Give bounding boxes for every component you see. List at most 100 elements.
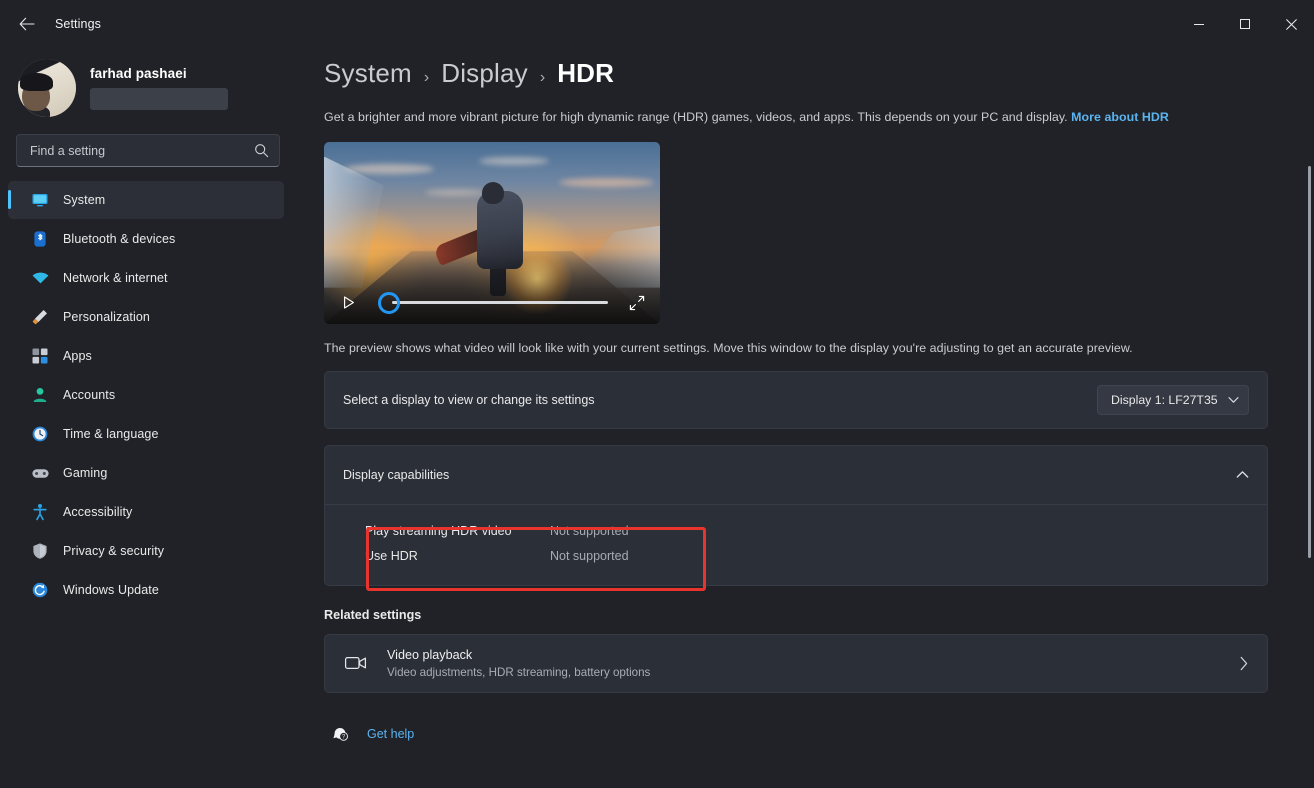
breadcrumb: System › Display › HDR bbox=[324, 48, 1268, 89]
chevron-down-icon bbox=[1228, 396, 1239, 404]
sidebar-item-label: Windows Update bbox=[63, 583, 159, 597]
breadcrumb-display[interactable]: Display bbox=[441, 58, 528, 89]
minimize-icon bbox=[1194, 24, 1204, 25]
capability-value: Not supported bbox=[550, 549, 629, 563]
search-input[interactable] bbox=[30, 144, 254, 158]
window-title: Settings bbox=[55, 17, 101, 31]
back-arrow-icon bbox=[19, 17, 35, 31]
video-progress-slider[interactable] bbox=[378, 291, 618, 315]
chevron-right-icon bbox=[1239, 656, 1249, 671]
breadcrumb-hdr: HDR bbox=[557, 58, 614, 89]
sidebar: farhad pashaei bbox=[0, 48, 302, 788]
help-question-icon: ? bbox=[330, 723, 352, 745]
sidebar-item-privacy-security[interactable]: Privacy & security bbox=[8, 532, 284, 570]
search-container bbox=[0, 120, 302, 167]
capability-row: Play streaming HDR video Not supported bbox=[365, 519, 1249, 544]
sidebar-item-accounts[interactable]: Accounts bbox=[8, 376, 284, 414]
apps-icon bbox=[30, 346, 50, 366]
sidebar-item-label: Accounts bbox=[63, 388, 115, 402]
more-about-hdr-link[interactable]: More about HDR bbox=[1071, 110, 1169, 124]
video-progress-track bbox=[392, 301, 608, 304]
window-controls bbox=[1176, 0, 1314, 48]
account-info: farhad pashaei bbox=[90, 66, 228, 110]
sidebar-item-time-language[interactable]: Time & language bbox=[8, 415, 284, 453]
get-help-row[interactable]: ? Get help bbox=[324, 723, 1268, 745]
display-capabilities-card: Display capabilities Play streaming HDR … bbox=[324, 445, 1268, 586]
play-icon bbox=[340, 294, 357, 311]
monitor-icon bbox=[30, 190, 50, 210]
sidebar-item-label: Gaming bbox=[63, 466, 107, 480]
gamepad-icon bbox=[30, 463, 50, 483]
account-block[interactable]: farhad pashaei bbox=[0, 48, 302, 120]
breadcrumb-separator: › bbox=[424, 69, 429, 87]
update-icon bbox=[30, 580, 50, 600]
search-box[interactable] bbox=[16, 134, 280, 167]
account-name: farhad pashaei bbox=[90, 66, 228, 81]
sidebar-item-label: Bluetooth & devices bbox=[63, 232, 175, 246]
capability-name: Play streaming HDR video bbox=[365, 524, 550, 538]
clock-icon bbox=[30, 424, 50, 444]
sidebar-item-label: Time & language bbox=[63, 427, 159, 441]
play-button[interactable] bbox=[336, 291, 360, 315]
hdr-video-preview[interactable] bbox=[324, 142, 660, 324]
sidebar-item-label: System bbox=[63, 193, 105, 207]
minimize-button[interactable] bbox=[1176, 0, 1222, 48]
chevron-up-icon bbox=[1236, 470, 1249, 479]
wifi-icon bbox=[30, 268, 50, 288]
avatar[interactable] bbox=[18, 59, 76, 117]
sidebar-item-apps[interactable]: Apps bbox=[8, 337, 284, 375]
display-capabilities-title: Display capabilities bbox=[343, 468, 449, 482]
back-button[interactable] bbox=[10, 9, 44, 39]
display-capabilities-expander[interactable]: Display capabilities bbox=[325, 446, 1267, 504]
page-description: Get a brighter and more vibrant picture … bbox=[324, 109, 1268, 127]
sidebar-nav: System Bluetooth & devices bbox=[0, 181, 302, 609]
shield-icon bbox=[30, 541, 50, 561]
settings-window: Settings bbox=[0, 0, 1314, 788]
close-icon bbox=[1286, 19, 1297, 30]
scrollbar-thumb[interactable] bbox=[1308, 166, 1311, 558]
title-bar: Settings bbox=[0, 0, 1314, 48]
sidebar-item-accessibility[interactable]: Accessibility bbox=[8, 493, 284, 531]
get-help-link[interactable]: Get help bbox=[367, 727, 414, 741]
sidebar-item-label: Apps bbox=[63, 349, 92, 363]
breadcrumb-system[interactable]: System bbox=[324, 58, 412, 89]
capability-value: Not supported bbox=[550, 524, 629, 538]
sidebar-item-personalization[interactable]: Personalization bbox=[8, 298, 284, 336]
display-select-card: Select a display to view or change its s… bbox=[324, 371, 1268, 429]
display-select-row: Select a display to view or change its s… bbox=[325, 372, 1267, 428]
related-setting-subtitle: Video adjustments, HDR streaming, batter… bbox=[387, 666, 650, 679]
window-body: farhad pashaei bbox=[0, 48, 1314, 788]
sidebar-item-label: Accessibility bbox=[63, 505, 132, 519]
capability-row: Use HDR Not supported bbox=[365, 544, 1249, 569]
video-camera-icon bbox=[343, 654, 369, 672]
brush-icon bbox=[30, 307, 50, 327]
sidebar-item-label: Network & internet bbox=[63, 271, 168, 285]
display-select-dropdown[interactable]: Display 1: LF27T35 bbox=[1097, 385, 1249, 415]
main-content: System › Display › HDR Get a brighter an… bbox=[302, 48, 1314, 788]
display-select-value: Display 1: LF27T35 bbox=[1111, 393, 1218, 407]
sidebar-item-gaming[interactable]: Gaming bbox=[8, 454, 284, 492]
breadcrumb-separator: › bbox=[540, 69, 545, 87]
person-icon bbox=[30, 385, 50, 405]
sidebar-item-system[interactable]: System bbox=[8, 181, 284, 219]
fullscreen-button[interactable] bbox=[626, 292, 648, 314]
related-setting-video-playback[interactable]: Video playback Video adjustments, HDR st… bbox=[324, 634, 1268, 693]
sidebar-item-windows-update[interactable]: Windows Update bbox=[8, 571, 284, 609]
related-setting-title: Video playback bbox=[387, 648, 650, 662]
close-button[interactable] bbox=[1268, 0, 1314, 48]
display-select-label: Select a display to view or change its s… bbox=[343, 393, 595, 407]
sidebar-item-bluetooth-devices[interactable]: Bluetooth & devices bbox=[8, 220, 284, 258]
fullscreen-icon bbox=[629, 295, 645, 311]
video-progress-thumb[interactable] bbox=[378, 292, 400, 314]
sidebar-item-label: Personalization bbox=[63, 310, 150, 324]
preview-caption: The preview shows what video will look l… bbox=[324, 341, 1268, 355]
main-scrollbar[interactable] bbox=[1308, 166, 1311, 788]
avatar-hair bbox=[20, 73, 53, 91]
maximize-icon bbox=[1240, 19, 1250, 29]
maximize-button[interactable] bbox=[1222, 0, 1268, 48]
related-settings-title: Related settings bbox=[324, 608, 1268, 622]
sidebar-item-network-internet[interactable]: Network & internet bbox=[8, 259, 284, 297]
capability-name: Use HDR bbox=[365, 549, 550, 563]
sidebar-item-label: Privacy & security bbox=[63, 544, 164, 558]
page-description-text: Get a brighter and more vibrant picture … bbox=[324, 110, 1068, 124]
